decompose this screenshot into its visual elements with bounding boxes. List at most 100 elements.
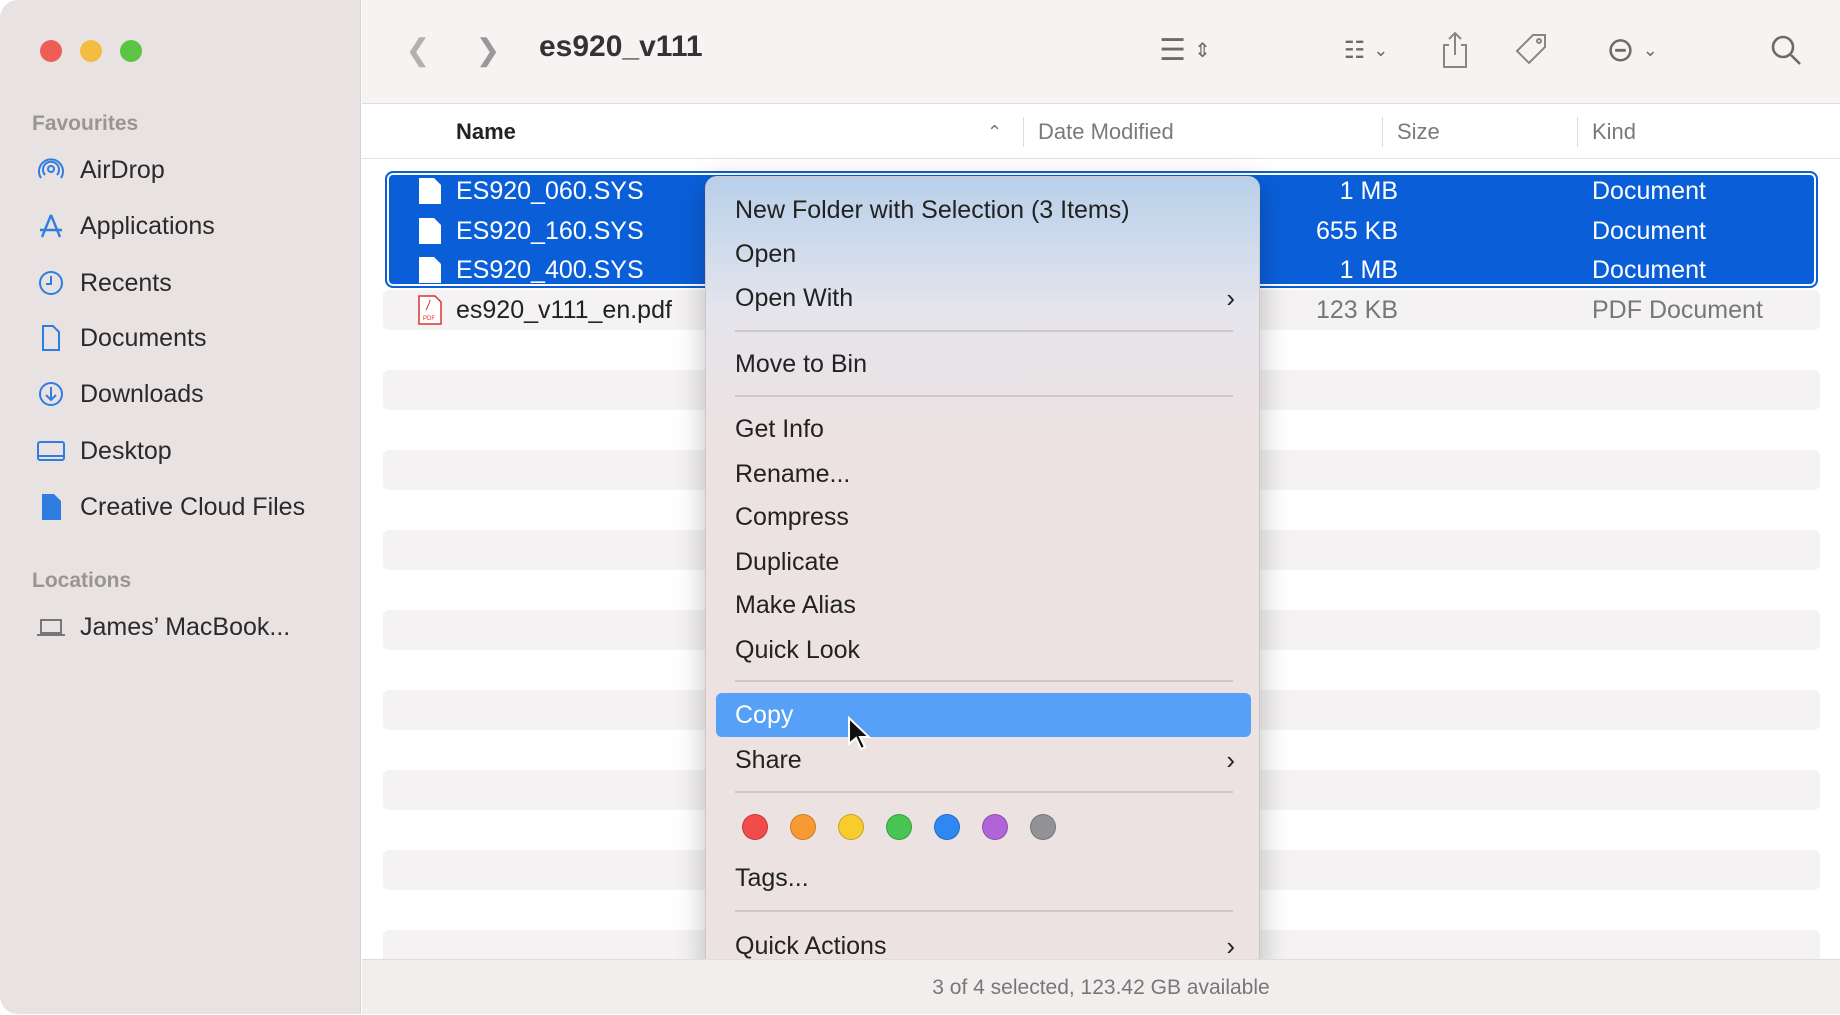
clock-icon bbox=[39, 271, 63, 295]
sidebar-item-downloads[interactable]: Downloads bbox=[36, 374, 204, 414]
tag-color-button[interactable] bbox=[742, 814, 768, 840]
tag-color-button[interactable] bbox=[886, 814, 912, 840]
menu-item-rename[interactable]: Rename... bbox=[735, 454, 1235, 494]
sidebar-item-macbook[interactable]: James’ MacBook... bbox=[36, 607, 290, 647]
laptop-icon bbox=[37, 619, 65, 636]
menu-item-open-with[interactable]: Open With › bbox=[735, 278, 1235, 318]
sidebar-item-applications[interactable]: Applications bbox=[36, 206, 215, 246]
column-divider[interactable] bbox=[1577, 117, 1578, 147]
menu-item-open[interactable]: Open bbox=[735, 234, 1235, 274]
tag-color-button[interactable] bbox=[934, 814, 960, 840]
tag-button[interactable] bbox=[1511, 30, 1551, 70]
column-divider[interactable] bbox=[1023, 117, 1024, 147]
column-date-modified[interactable]: Date Modified bbox=[1038, 105, 1174, 159]
column-size[interactable]: Size bbox=[1397, 105, 1440, 159]
menu-item-quick-look[interactable]: Quick Look bbox=[735, 630, 1235, 670]
sort-ascending-icon: ⌃ bbox=[987, 122, 1003, 142]
sidebar-item-label: Creative Cloud Files bbox=[80, 492, 306, 521]
menu-item-make-alias[interactable]: Make Alias bbox=[735, 585, 1235, 625]
ellipsis-circle-icon: ⊝ bbox=[1606, 31, 1635, 69]
search-button[interactable] bbox=[1766, 30, 1806, 70]
locations-heading: Locations bbox=[32, 569, 132, 592]
back-button[interactable]: ❮ bbox=[400, 30, 436, 70]
context-menu: New Folder with Selection (3 Items) Open… bbox=[705, 176, 1260, 975]
sidebar-item-documents[interactable]: Documents bbox=[36, 318, 206, 358]
menu-separator bbox=[735, 680, 1233, 682]
minimize-button[interactable] bbox=[80, 40, 102, 62]
file-icon bbox=[42, 494, 61, 520]
menu-item-label: Open With bbox=[735, 284, 854, 312]
document-icon bbox=[419, 178, 441, 204]
file-size: 1 MB bbox=[1339, 176, 1398, 205]
tag-icon bbox=[1515, 34, 1546, 65]
sidebar-item-recents[interactable]: Recents bbox=[36, 263, 172, 303]
tag-color-button[interactable] bbox=[982, 814, 1008, 840]
sidebar-item-creative-cloud-files[interactable]: Creative Cloud Files bbox=[36, 487, 305, 527]
column-divider[interactable] bbox=[1382, 117, 1383, 147]
sidebar-item-label: Applications bbox=[80, 211, 215, 240]
menu-separator bbox=[735, 791, 1233, 793]
sidebar-item-label: Documents bbox=[80, 323, 207, 352]
share-button[interactable] bbox=[1435, 28, 1475, 72]
status-bar: 3 of 4 selected, 123.42 GB available bbox=[362, 959, 1840, 1014]
column-name[interactable]: Name bbox=[456, 105, 516, 159]
document-icon bbox=[419, 218, 441, 244]
menu-item-tags[interactable]: Tags... bbox=[735, 858, 1235, 898]
tag-color-button[interactable] bbox=[838, 814, 864, 840]
file-kind: PDF Document bbox=[1592, 295, 1763, 324]
sidebar-item-label: James’ MacBook... bbox=[80, 612, 291, 641]
list-icon: ☰ bbox=[1159, 33, 1187, 67]
desktop-icon bbox=[37, 441, 65, 461]
mouse-cursor-icon bbox=[848, 716, 872, 751]
tag-color-button[interactable] bbox=[1030, 814, 1056, 840]
favourites-heading: Favourites bbox=[32, 112, 139, 135]
menu-item-duplicate[interactable]: Duplicate bbox=[735, 542, 1235, 582]
download-icon bbox=[39, 382, 63, 406]
forward-button[interactable]: ❯ bbox=[470, 30, 506, 70]
zoom-button[interactable] bbox=[120, 40, 142, 62]
svg-text:PDF: PDF bbox=[423, 316, 435, 322]
search-icon bbox=[1771, 35, 1801, 65]
menu-item-move-to-bin[interactable]: Move to Bin bbox=[735, 344, 1235, 384]
chevron-down-icon: ⌄ bbox=[1373, 39, 1389, 60]
menu-item-new-folder-with-selection[interactable]: New Folder with Selection (3 Items) bbox=[735, 190, 1235, 230]
close-button[interactable] bbox=[40, 40, 62, 62]
chevron-right-icon: › bbox=[1226, 283, 1235, 313]
group-button[interactable]: ☷ ⌄ bbox=[1326, 30, 1406, 70]
sidebar-item-desktop[interactable]: Desktop bbox=[36, 431, 172, 471]
file-kind: Document bbox=[1592, 176, 1706, 205]
more-actions-button[interactable]: ⊝ ⌄ bbox=[1594, 30, 1670, 70]
column-header: Name ⌃ Date Modified Size Kind bbox=[362, 105, 1840, 159]
menu-item-share[interactable]: Share › bbox=[735, 740, 1235, 780]
menu-item-copy[interactable]: Copy bbox=[735, 695, 1235, 735]
menu-item-label: Share bbox=[735, 746, 802, 774]
grid-icon: ☷ bbox=[1343, 36, 1366, 64]
sidebar-item-label: Downloads bbox=[80, 379, 204, 408]
sidebar-item-label: Desktop bbox=[80, 436, 172, 465]
file-size: 1 MB bbox=[1339, 255, 1398, 284]
window-title: es920_v111 bbox=[539, 30, 703, 63]
file-name: ES920_060.SYS bbox=[456, 176, 644, 205]
file-kind: Document bbox=[1592, 216, 1706, 245]
sidebar-item-airdrop[interactable]: AirDrop bbox=[36, 150, 165, 190]
chevron-right-icon: › bbox=[1226, 745, 1235, 775]
document-icon bbox=[42, 325, 60, 351]
chevron-down-icon: ⌄ bbox=[1642, 39, 1658, 60]
column-kind[interactable]: Kind bbox=[1592, 105, 1636, 159]
sidebar: Favourites AirDrop Applications Recents … bbox=[0, 0, 361, 1014]
airdrop-icon bbox=[38, 158, 64, 179]
file-kind: Document bbox=[1592, 255, 1706, 284]
document-icon bbox=[419, 257, 441, 283]
tag-color-button[interactable] bbox=[790, 814, 816, 840]
chevron-updown-icon: ⇕ bbox=[1194, 39, 1211, 62]
menu-item-compress[interactable]: Compress bbox=[735, 497, 1235, 537]
chevron-left-icon: ❮ bbox=[405, 33, 431, 67]
pdf-icon: PDF bbox=[418, 295, 442, 325]
sidebar-item-label: Recents bbox=[80, 268, 172, 297]
chevron-right-icon: ❯ bbox=[475, 33, 501, 67]
view-options-button[interactable]: ☰ ⇕ bbox=[1145, 30, 1225, 70]
menu-item-get-info[interactable]: Get Info bbox=[735, 409, 1235, 449]
file-size: 123 KB bbox=[1315, 295, 1398, 324]
file-name: ES920_400.SYS bbox=[456, 255, 644, 284]
menu-separator bbox=[735, 395, 1233, 397]
